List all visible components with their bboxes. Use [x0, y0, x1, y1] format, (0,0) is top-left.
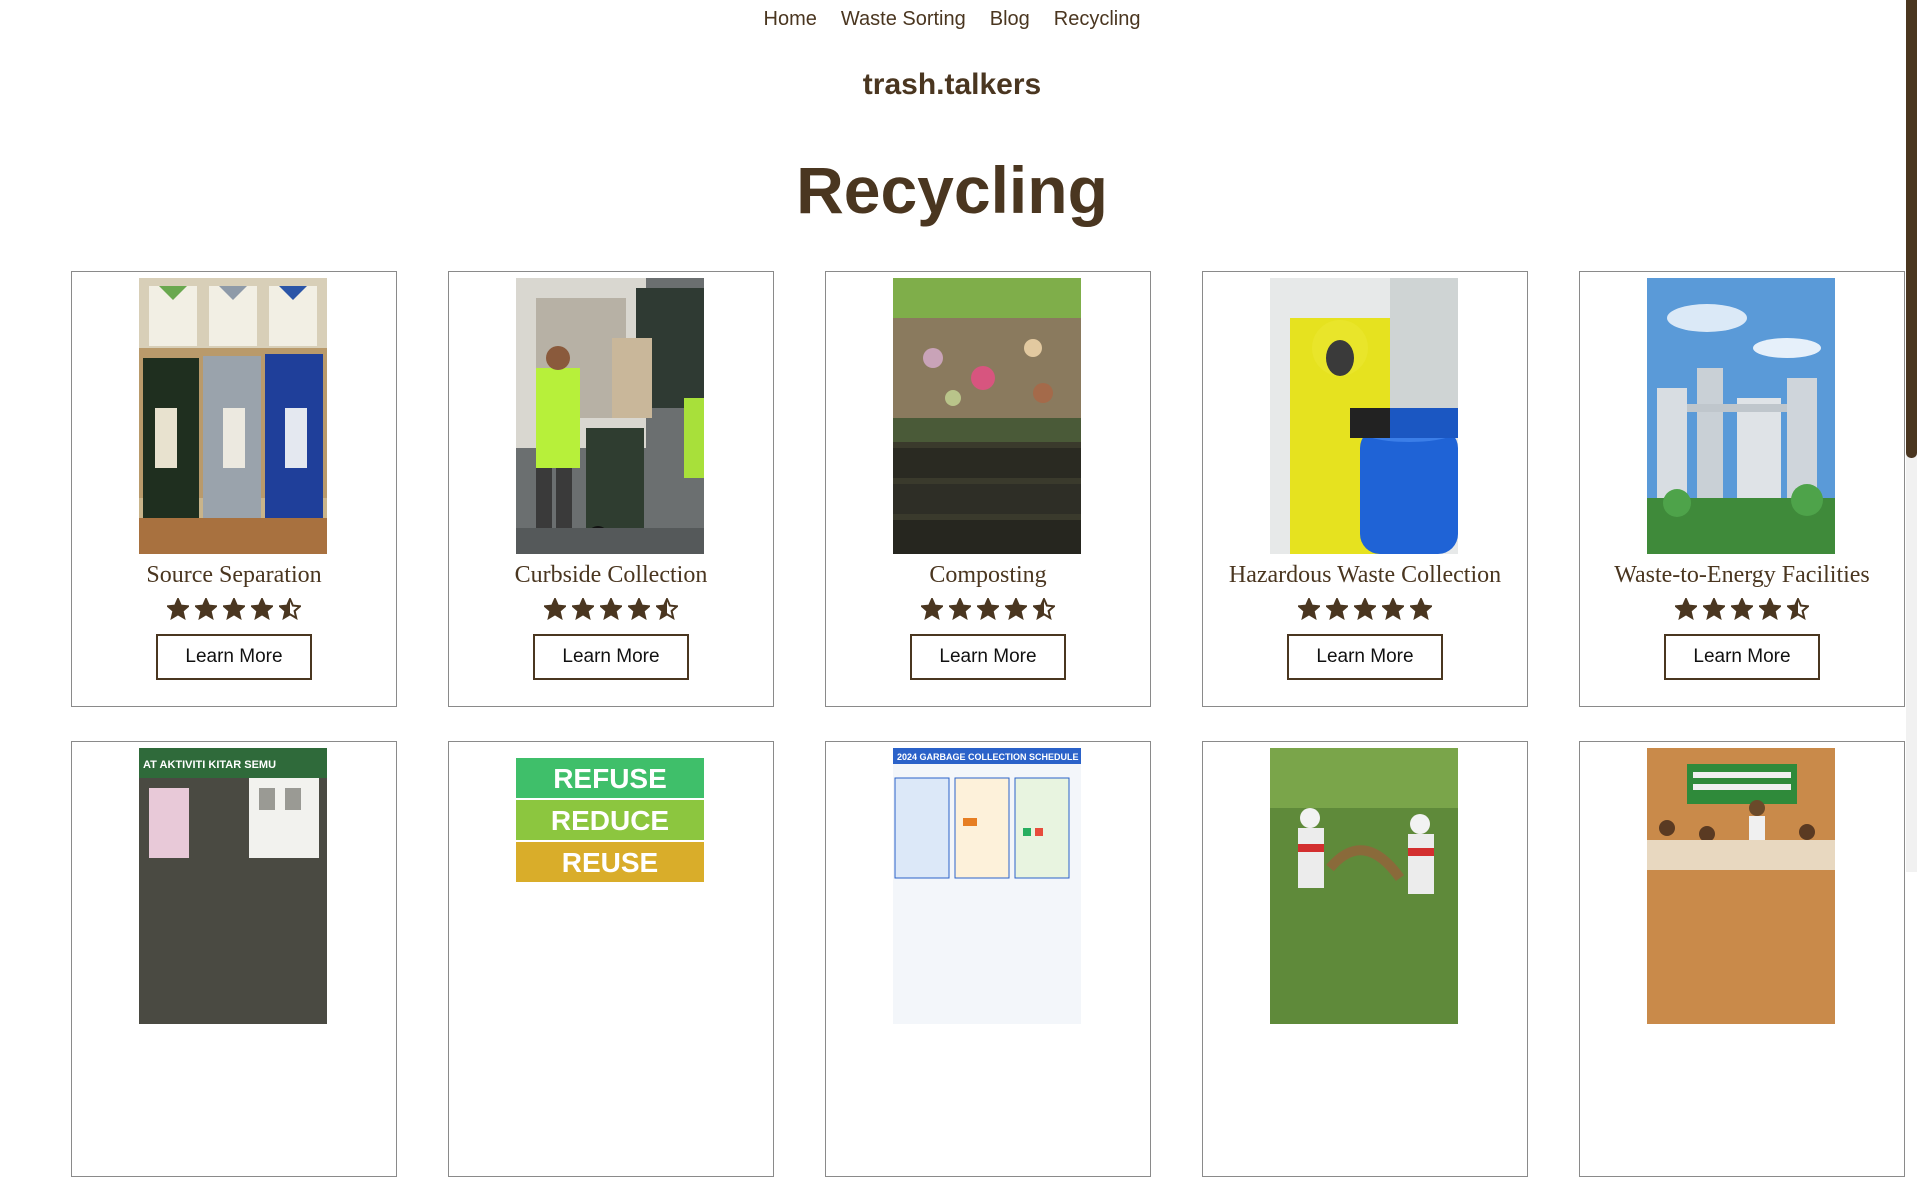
card-composting: Composting Learn More: [825, 271, 1151, 707]
rating-stars: [449, 598, 773, 620]
power-plant-photo: [1647, 278, 1835, 554]
recycling-center-photo: AT AKTIVITI KITAR SEMU: [139, 748, 327, 1024]
image-text: 2024 GARBAGE COLLECTION SCHEDULE: [897, 752, 1079, 762]
top-nav: Home Waste Sorting Blog Recycling: [0, 8, 1904, 31]
card-title: Composting: [929, 562, 1047, 588]
nav-recycling-link[interactable]: Recycling: [1054, 8, 1141, 31]
card-source-separation: Source Separation Learn More: [71, 271, 397, 707]
card-title: Waste-to-Energy Facilities: [1614, 562, 1870, 588]
refuse-reduce-reuse-poster: REFUSE REDUCE REUSE: [516, 748, 704, 1024]
star-full-icon: [1675, 598, 1697, 620]
star-full-icon: [167, 598, 189, 620]
card-title: Source Separation: [146, 562, 322, 588]
star-half-icon: [279, 598, 301, 620]
card-title: Hazardous Waste Collection: [1228, 562, 1502, 588]
star-full-icon: [949, 598, 971, 620]
star-full-icon: [544, 598, 566, 620]
card-row2-1: AT AKTIVITI KITAR SEMU: [71, 741, 397, 1177]
star-full-icon: [1410, 598, 1432, 620]
rating-stars: [826, 598, 1150, 620]
scrollbar-thumb[interactable]: [1906, 0, 1917, 458]
star-full-icon: [195, 598, 217, 620]
image-text-reuse: REUSE: [562, 847, 658, 878]
rating-stars: [1580, 598, 1904, 620]
community-meeting-photo: [1647, 748, 1835, 1024]
nav-blog-link[interactable]: Blog: [990, 8, 1030, 31]
star-full-icon: [1298, 598, 1320, 620]
star-full-icon: [251, 598, 273, 620]
star-full-icon: [1354, 598, 1376, 620]
star-full-icon: [921, 598, 943, 620]
learn-more-button[interactable]: Learn More: [533, 634, 689, 680]
hazmat-worker-photo: [1270, 278, 1458, 554]
learn-more-button[interactable]: Learn More: [1664, 634, 1820, 680]
star-half-icon: [656, 598, 678, 620]
nav-waste-sorting-link[interactable]: Waste Sorting: [841, 8, 966, 31]
card-waste-to-energy-facilities: Waste-to-Energy Facilities Learn More: [1579, 271, 1905, 707]
card-hazardous-waste-collection: Hazardous Waste Collection Learn More: [1202, 271, 1528, 707]
page-scrollbar[interactable]: [1906, 0, 1917, 872]
image-text: AT AKTIVITI KITAR SEMU: [143, 759, 276, 771]
card-title: Curbside Collection: [514, 562, 708, 588]
star-half-icon: [1787, 598, 1809, 620]
star-full-icon: [1703, 598, 1725, 620]
garbage-schedule-infographic: 2024 GARBAGE COLLECTION SCHEDULE: [893, 748, 1081, 1024]
recycling-bins-photo: [139, 278, 327, 554]
card-row2-4: [1202, 741, 1528, 1177]
volunteers-cleanup-photo: [1270, 748, 1458, 1024]
learn-more-button[interactable]: Learn More: [156, 634, 312, 680]
rating-stars: [1203, 598, 1527, 620]
garbage-truck-photo: [516, 278, 704, 554]
nav-home-link[interactable]: Home: [764, 8, 817, 31]
star-full-icon: [600, 598, 622, 620]
star-full-icon: [223, 598, 245, 620]
learn-more-button[interactable]: Learn More: [1287, 634, 1443, 680]
star-full-icon: [1759, 598, 1781, 620]
star-full-icon: [1326, 598, 1348, 620]
star-full-icon: [628, 598, 650, 620]
page-title: Recycling: [796, 153, 1108, 227]
compost-bin-photo: [893, 278, 1081, 554]
card-row2-3: 2024 GARBAGE COLLECTION SCHEDULE: [825, 741, 1151, 1177]
learn-more-button[interactable]: Learn More: [910, 634, 1066, 680]
star-full-icon: [572, 598, 594, 620]
star-full-icon: [1005, 598, 1027, 620]
site-brand[interactable]: trash.talkers: [0, 68, 1904, 102]
rating-stars: [72, 598, 396, 620]
star-full-icon: [1731, 598, 1753, 620]
card-row2-5: [1579, 741, 1905, 1177]
card-row2-2: REFUSE REDUCE REUSE: [448, 741, 774, 1177]
image-text-reduce: REDUCE: [551, 805, 669, 836]
card-curbside-collection: Curbside Collection Learn More: [448, 271, 774, 707]
star-half-icon: [1033, 598, 1055, 620]
star-full-icon: [1382, 598, 1404, 620]
image-text-refuse: REFUSE: [553, 763, 667, 794]
star-full-icon: [977, 598, 999, 620]
